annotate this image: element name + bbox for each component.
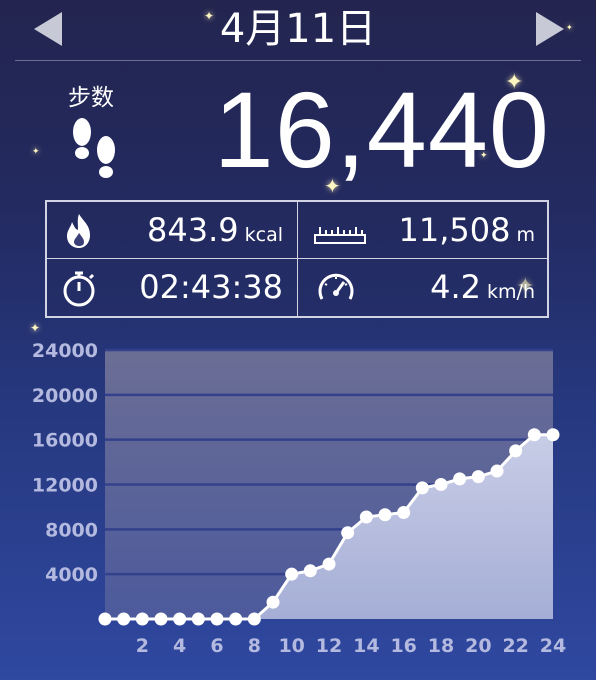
y-tick-label: 16000: [32, 430, 98, 452]
time-cell: 02:43:38: [47, 259, 298, 316]
data-point: [98, 612, 112, 626]
data-point: [434, 478, 448, 491]
header-divider: [15, 60, 581, 61]
time-value: 02:43:38: [139, 268, 283, 306]
data-point: [546, 428, 560, 442]
y-tick-label: 20000: [32, 385, 98, 407]
data-point: [322, 557, 336, 571]
calories-unit: kcal: [244, 224, 283, 246]
data-point: [210, 612, 224, 626]
x-tick-label: 2: [136, 635, 149, 657]
data-point: [229, 612, 243, 626]
y-tick-label: 12000: [32, 475, 98, 497]
x-tick-label: 8: [248, 635, 261, 657]
data-point: [490, 464, 504, 478]
calories-cell: 843.9 kcal: [47, 202, 298, 259]
data-point: [509, 444, 523, 458]
data-point: [154, 612, 168, 626]
sparkle-icon: ✦: [566, 23, 573, 32]
x-tick-label: 22: [502, 635, 528, 657]
steps-label: 步数: [68, 85, 114, 111]
speed-value: 4.2: [430, 268, 482, 306]
data-point: [303, 564, 317, 578]
next-day-arrow-icon[interactable]: [536, 12, 564, 46]
calories-value: 843.9: [147, 211, 239, 249]
date-title: 4月11日: [219, 6, 377, 52]
data-point: [247, 612, 261, 626]
speed-cell: 4.2 km/h: [298, 259, 549, 316]
y-tick-label: 4000: [45, 564, 98, 586]
header: 4月11日: [0, 0, 596, 62]
data-point: [341, 526, 355, 540]
data-point: [191, 612, 205, 626]
data-point: [135, 612, 149, 626]
distance-unit: m: [516, 224, 535, 246]
x-tick-label: 12: [316, 635, 342, 657]
data-point: [359, 510, 373, 524]
data-point: [527, 428, 541, 442]
data-point: [453, 472, 467, 486]
data-point: [397, 506, 411, 520]
y-tick-label: 8000: [45, 519, 98, 541]
data-point: [285, 567, 299, 581]
stats-grid: 843.9 kcal 11,508 m 02:43:38 4.2 km/h: [45, 200, 549, 318]
distance-value: 11,508: [398, 211, 511, 249]
data-point: [266, 595, 280, 609]
y-tick-label: 24000: [32, 340, 98, 362]
data-point: [378, 508, 392, 522]
flame-icon: [67, 214, 90, 248]
steps-count: 16,440: [213, 69, 550, 190]
steps-chart: 40008000120001600020000240002 4 6 8 10 12 14 16…: [32, 340, 566, 657]
x-tick-label: 24: [540, 635, 566, 657]
distance-cell: 11,508 m: [298, 202, 549, 259]
footprints-icon: [73, 118, 115, 178]
data-point: [415, 481, 429, 495]
stopwatch-icon: [63, 271, 95, 307]
x-tick-label: 20: [465, 635, 491, 657]
sparkle-icon: ✦: [32, 147, 40, 157]
data-point: [173, 612, 187, 626]
x-tick-label: 10: [278, 635, 304, 657]
x-tick-label: 4: [173, 635, 186, 657]
x-tick-label: 6: [210, 635, 223, 657]
ruler-icon: [314, 227, 366, 244]
data-point: [117, 612, 131, 626]
x-tick-label: 16: [390, 635, 416, 657]
data-point: [471, 470, 485, 484]
sparkle-icon: ✦: [204, 9, 215, 23]
speedometer-icon: [318, 273, 354, 300]
x-tick-label: 14: [353, 635, 379, 657]
speed-unit: km/h: [487, 281, 535, 303]
x-tick-label: 18: [428, 635, 454, 657]
